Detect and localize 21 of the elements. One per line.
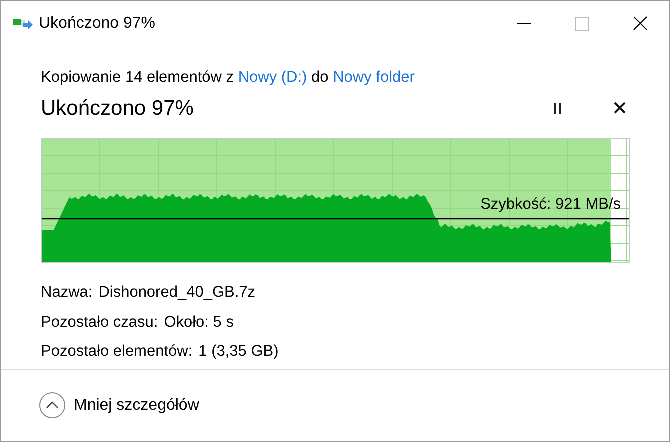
cancel-button[interactable]	[613, 101, 627, 116]
detail-label: Nazwa:	[41, 283, 93, 304]
detail-value: Dishonored_40_GB.7z	[98, 283, 256, 304]
minimize-icon	[517, 22, 531, 24]
copy-icon	[13, 16, 33, 30]
detail-value: 1 (3,35 GB)	[198, 342, 279, 362]
detail-label: Pozostało elementów:	[41, 342, 193, 362]
detail-label: Pozostało czasu:	[41, 312, 158, 332]
copy-summary: Kopiowanie 14 elementów z Nowy (D:) do Nowy folder	[41, 68, 416, 88]
detail-value: Około: 5 s	[164, 312, 234, 332]
progress-heading: Ukończono 97%	[41, 96, 194, 122]
source-link[interactable]: Nowy (D:)	[238, 69, 308, 86]
details-toggle[interactable]: Mniej szczegółów	[39, 392, 200, 419]
window-title: Ukończono 97%	[39, 14, 156, 34]
pause-icon	[554, 102, 562, 114]
close-icon	[632, 16, 648, 31]
destination-link[interactable]: Nowy folder	[333, 69, 415, 86]
speed-label: Szybkość: 921 MB/s	[480, 195, 621, 216]
collapse-icon	[39, 392, 66, 419]
maximize-icon	[575, 16, 589, 30]
close-icon	[614, 102, 626, 114]
